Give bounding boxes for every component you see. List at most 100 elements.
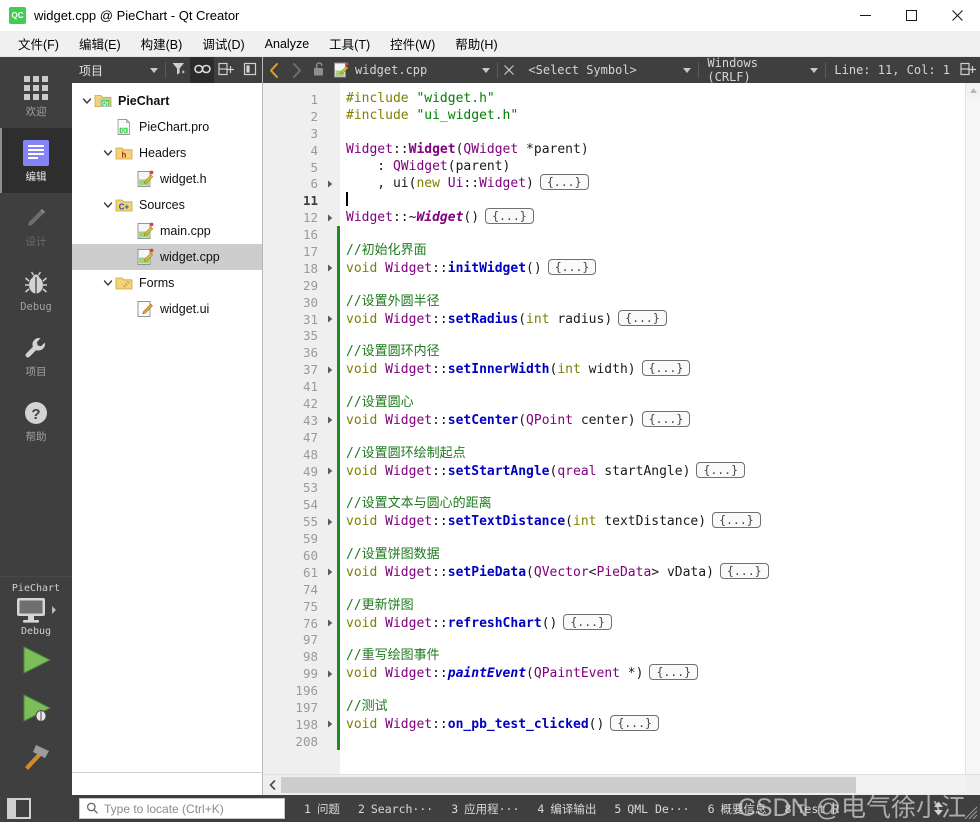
- fold-toggle-icon[interactable]: [323, 564, 337, 581]
- folded-block-marker[interactable]: {...}: [696, 461, 746, 478]
- scrollbar-track[interactable]: [966, 97, 980, 774]
- folded-block-marker[interactable]: {...}: [547, 258, 597, 275]
- output-pane-tab[interactable]: 6 概要信息: [699, 801, 776, 817]
- code-line: void Widget::setTextDistance(int textDis…: [346, 512, 965, 530]
- output-pane-tab[interactable]: 3 应用程···: [442, 801, 528, 817]
- kit-selector[interactable]: PieChart Debug: [0, 576, 72, 637]
- chevron-down-icon[interactable]: [101, 270, 115, 296]
- folded-block-marker[interactable]: {...}: [641, 410, 691, 427]
- scrollbar-corner: [966, 775, 980, 795]
- menu-edit[interactable]: 编辑(E): [69, 31, 131, 56]
- scroll-up-arrow-icon[interactable]: [966, 83, 980, 97]
- fold-toggle-icon[interactable]: [323, 513, 337, 530]
- tree-item-piechart-pro[interactable]: Qt PieChart.pro: [72, 114, 262, 140]
- output-pane-tab[interactable]: 4 编译输出: [528, 801, 605, 817]
- folded-block-marker[interactable]: {...}: [719, 562, 769, 579]
- symbol-selector[interactable]: <Select Symbol>: [520, 63, 698, 77]
- menu-help[interactable]: 帮助(H): [445, 31, 507, 56]
- folded-block-marker[interactable]: {...}: [539, 174, 589, 191]
- code-text-area[interactable]: #include "widget.h" #include "ui_widget.h…: [340, 83, 965, 774]
- fold-toggle-icon[interactable]: [323, 665, 337, 682]
- split-editor-button[interactable]: [956, 57, 980, 83]
- close-panel-icon: [243, 62, 257, 79]
- mode-welcome[interactable]: 欢迎: [0, 63, 72, 128]
- fold-marker-column[interactable]: [323, 83, 337, 774]
- menu-analyze[interactable]: Analyze: [255, 34, 319, 54]
- folded-block-marker[interactable]: {...}: [563, 613, 612, 630]
- editor-vertical-scrollbar[interactable]: [965, 83, 980, 774]
- go-forward-button[interactable]: [285, 57, 307, 83]
- tree-item-main-cpp[interactable]: main.cpp: [72, 218, 262, 244]
- fold-toggle-icon[interactable]: [323, 716, 337, 733]
- horizontal-scroll-track[interactable]: [281, 777, 966, 793]
- cursor-position[interactable]: Line: 11, Col: 1: [826, 63, 956, 77]
- filter-button[interactable]: [166, 57, 190, 83]
- scroll-left-arrow-icon[interactable]: [263, 775, 281, 795]
- fold-toggle-icon[interactable]: [323, 175, 337, 192]
- chevron-down-icon[interactable]: [80, 88, 94, 114]
- locator-input[interactable]: Type to locate (Ctrl+K): [79, 798, 285, 819]
- mode-projects[interactable]: 项目: [0, 323, 72, 388]
- build-button[interactable]: [0, 733, 72, 781]
- fold-toggle-icon[interactable]: [323, 412, 337, 429]
- chevron-down-icon[interactable]: [101, 192, 115, 218]
- tree-item-forms[interactable]: Forms: [72, 270, 262, 296]
- mode-edit[interactable]: 编辑: [0, 128, 72, 193]
- folded-block-marker[interactable]: {...}: [485, 208, 534, 225]
- toggle-sidebar-button[interactable]: [0, 795, 79, 822]
- close-sidebar-button[interactable]: [238, 57, 262, 83]
- fold-toggle-icon[interactable]: [323, 361, 337, 378]
- document-list-chevron-icon[interactable]: [482, 67, 491, 73]
- line-ending-selector[interactable]: Windows (CRLF): [699, 56, 825, 84]
- fold-toggle-icon[interactable]: [323, 311, 337, 328]
- folded-block-marker[interactable]: {...}: [649, 664, 699, 681]
- folded-block-marker[interactable]: {...}: [610, 714, 659, 731]
- folded-block-marker[interactable]: {...}: [618, 309, 667, 326]
- tree-item-widget-cpp[interactable]: widget.cpp: [72, 244, 262, 270]
- tree-item-widget-h[interactable]: widget.h: [72, 166, 262, 192]
- tree-item-widget-ui[interactable]: widget.ui: [72, 296, 262, 322]
- maximize-button[interactable]: [888, 0, 934, 30]
- output-pane-tabs[interactable]: 1 问题 2 Search··· 3 应用程··· 4 编译输出 5 QML De··· 6 概要信息…: [295, 801, 927, 817]
- folded-block-marker[interactable]: {...}: [641, 360, 691, 377]
- mode-design[interactable]: 设计: [0, 193, 72, 258]
- editor-horizontal-scrollbar[interactable]: [263, 774, 980, 795]
- fold-toggle-icon[interactable]: [323, 260, 337, 277]
- link-with-editor-button[interactable]: [190, 57, 214, 83]
- tree-item-headers[interactable]: h Headers: [72, 140, 262, 166]
- folded-block-marker[interactable]: {...}: [712, 512, 761, 529]
- fold-toggle-icon[interactable]: [323, 615, 337, 632]
- sidebar-view-selector[interactable]: 项目: [72, 62, 165, 79]
- mode-help[interactable]: ? 帮助: [0, 388, 72, 453]
- close-button[interactable]: [934, 0, 980, 30]
- tree-item-sources[interactable]: C+ Sources: [72, 192, 262, 218]
- mode-debug[interactable]: Debug: [0, 258, 72, 323]
- fold-toggle-icon[interactable]: [323, 463, 337, 480]
- output-pane-resize-handles[interactable]: [933, 801, 944, 816]
- menu-debug[interactable]: 调试(D): [192, 31, 254, 56]
- run-button[interactable]: [0, 637, 72, 685]
- output-pane-tab[interactable]: 2 Search···: [349, 802, 442, 816]
- svg-text:?: ?: [31, 406, 40, 423]
- horizontal-scroll-thumb[interactable]: [281, 777, 857, 793]
- minimize-button[interactable]: [842, 0, 888, 30]
- code-line: void Widget::setPieData(QVector<PieData>…: [346, 562, 965, 581]
- go-back-button[interactable]: [263, 57, 285, 83]
- add-split-button[interactable]: [214, 57, 238, 83]
- close-document-button[interactable]: [498, 57, 520, 83]
- menu-file[interactable]: 文件(F): [8, 31, 69, 56]
- output-pane-tab[interactable]: 8 Test R: [776, 802, 848, 816]
- menu-build[interactable]: 构建(B): [131, 31, 193, 56]
- chevron-down-icon[interactable]: [101, 140, 115, 166]
- tree-item-piechart[interactable]: Qt PieChart: [72, 88, 262, 114]
- menu-window[interactable]: 控件(W): [380, 31, 445, 56]
- debug-run-button[interactable]: [0, 685, 72, 733]
- output-pane-tab[interactable]: 1 问题: [295, 801, 349, 817]
- output-pane-tab[interactable]: 5 QML De···: [605, 802, 698, 816]
- menu-tools[interactable]: 工具(T): [319, 31, 380, 56]
- make-writable-button[interactable]: [307, 57, 331, 83]
- project-tree[interactable]: Qt PieChart Qt PieChart.pro h Headers wi…: [72, 83, 262, 772]
- fold-toggle-icon[interactable]: [323, 209, 337, 226]
